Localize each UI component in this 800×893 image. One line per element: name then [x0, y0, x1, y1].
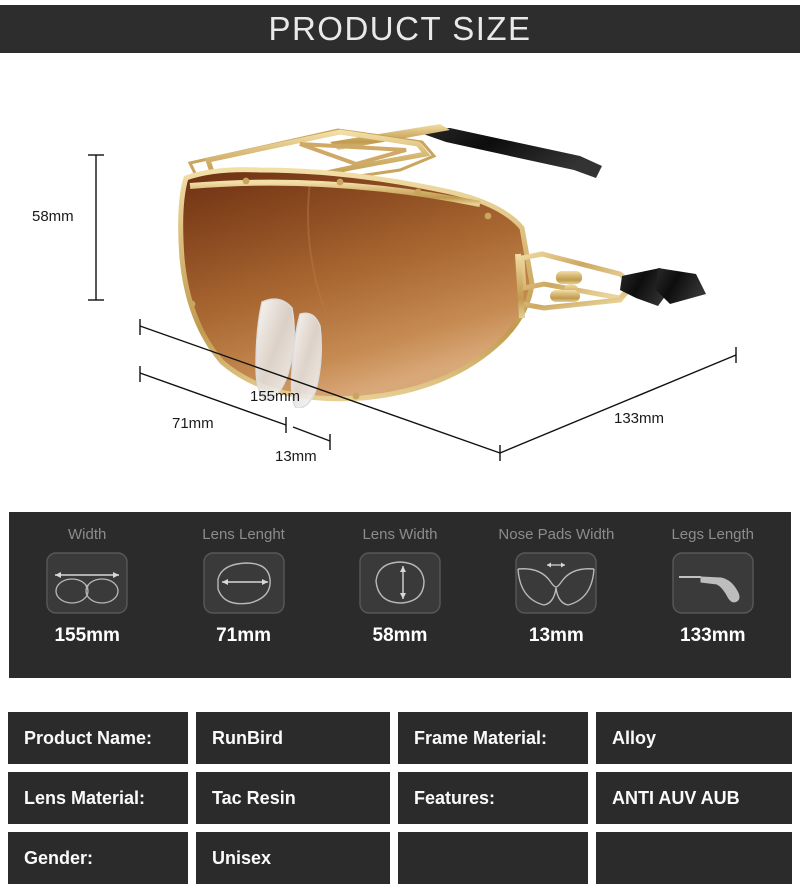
spec-key-text: Gender: [24, 847, 94, 868]
far-temple-arm [412, 128, 602, 178]
hinge-post [515, 253, 525, 319]
lens-horizontal-icon [201, 550, 287, 616]
spec-key-cell: Product Name: [8, 712, 188, 764]
lens-vertical-icon [357, 550, 443, 616]
glasses-front-width-icon [44, 550, 130, 616]
spec-value-cell-empty [596, 832, 792, 884]
near-temple-tip-end [656, 268, 706, 304]
specification-table: Product Name: RunBird Frame Material: Al… [8, 712, 792, 892]
spec-value-cell: Alloy [596, 712, 792, 764]
spec-value-text: ANTI AUV AUB [612, 787, 740, 808]
measure-item-legs-length: Legs Length 133mm [643, 526, 783, 647]
measure-item-width: Width 155mm [17, 526, 157, 647]
temple-clasp-lower [550, 290, 580, 302]
spec-key-text: Frame Material: [414, 727, 548, 748]
spec-value-text: Unisex [212, 847, 272, 868]
spec-value-cell: Unisex [196, 832, 390, 884]
spec-value-cell: ANTI AUV AUB [596, 772, 792, 824]
rivet [188, 300, 196, 308]
spec-key-cell: Frame Material: [398, 712, 588, 764]
spec-key-text: Product Name: [24, 727, 153, 748]
measure-label: Width [68, 526, 107, 543]
measure-item-nose-pads: Nose Pads Width 13mm [486, 526, 626, 647]
measure-value: 133mm [680, 625, 746, 646]
header-bar: PRODUCT SIZE [0, 5, 800, 53]
measure-value: 58mm [372, 625, 428, 646]
temple-arm-icon [670, 550, 756, 616]
spec-value-text: Tac Resin [212, 787, 296, 808]
measure-item-lens-width: Lens Width 58mm [330, 526, 470, 647]
spec-value-text: RunBird [212, 727, 283, 748]
spec-key-text: Lens Material: [24, 787, 146, 808]
rivet [336, 178, 344, 186]
measure-label: Lens Width [362, 526, 438, 543]
spec-value-cell: Tac Resin [196, 772, 390, 824]
measure-value: 71mm [216, 625, 272, 646]
spec-key-cell: Features: [398, 772, 588, 824]
spec-key-text: Features: [414, 787, 496, 808]
rivet [242, 177, 250, 185]
rivet [352, 392, 360, 400]
measure-label: Nose Pads Width [498, 526, 615, 543]
spec-value-cell: RunBird [196, 712, 390, 764]
spec-value-text: Alloy [612, 727, 657, 748]
measure-value: 13mm [528, 625, 584, 646]
product-photo-stage [0, 53, 800, 500]
rivet [414, 188, 422, 196]
table-row: Lens Material: Tac Resin Features: ANTI … [8, 772, 792, 824]
measure-label: Lens Lenght [202, 526, 285, 543]
measure-value: 155mm [54, 625, 120, 646]
nose-bridge-icon [513, 550, 599, 616]
spec-key-cell: Lens Material: [8, 772, 188, 824]
rivet [484, 212, 492, 220]
temple-clasp-upper [556, 271, 582, 284]
measure-item-lens-length: Lens Lenght 71mm [174, 526, 314, 647]
measure-label: Legs Length [671, 526, 755, 543]
spec-key-cell: Gender: [8, 832, 188, 884]
table-row: Gender: Unisex [8, 832, 792, 884]
spec-key-cell-empty [398, 832, 588, 884]
table-row: Product Name: RunBird Frame Material: Al… [8, 712, 792, 764]
sunglasses-illustration [178, 124, 706, 408]
page-title: PRODUCT SIZE [268, 10, 532, 47]
measurement-panel: Width 155mm Lens Lenght 71mm Lens Width … [9, 512, 791, 678]
